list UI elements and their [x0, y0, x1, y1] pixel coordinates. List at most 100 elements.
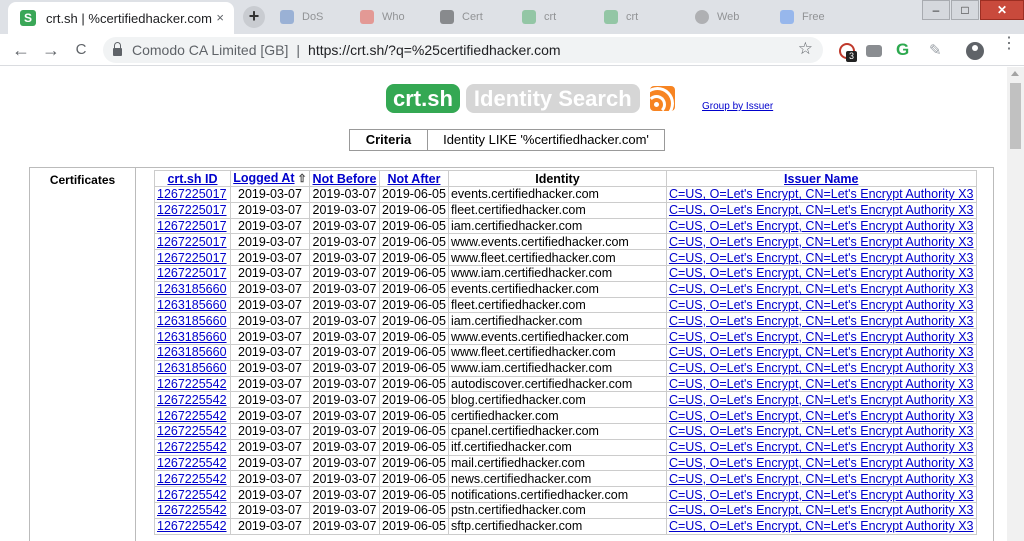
- crtsh-id-link[interactable]: 1267225017: [157, 187, 227, 201]
- certificate-org[interactable]: Comodo CA Limited [GB]: [132, 42, 288, 58]
- crtsh-logo[interactable]: crt.sh: [386, 83, 460, 113]
- background-tab[interactable]: Cert: [440, 8, 483, 26]
- table-row: 1267225017 2019-03-07 2019-03-07 2019-06-05…: [154, 233, 977, 251]
- issuer-link[interactable]: C=US, O=Let's Encrypt, CN=Let's Encrypt …: [669, 488, 974, 502]
- google-tab-icon: [360, 10, 374, 24]
- background-tab[interactable]: crt: [604, 8, 638, 26]
- browser-menu-icon[interactable]: ⋮: [1001, 36, 1017, 52]
- sort-issuer-link[interactable]: Issuer Name: [784, 172, 858, 186]
- crtsh-id-link[interactable]: 1267225542: [157, 424, 227, 438]
- address-bar[interactable]: Comodo CA Limited [GB] | https://crt.sh/…: [103, 37, 823, 63]
- issuer-link[interactable]: C=US, O=Let's Encrypt, CN=Let's Encrypt …: [669, 251, 974, 265]
- crtsh-id-link[interactable]: 1267225542: [157, 456, 227, 470]
- crtsh-id-link[interactable]: 1263185660: [157, 314, 227, 328]
- crtsh-id-link[interactable]: 1267225017: [157, 203, 227, 217]
- background-tab[interactable]: Web: [695, 8, 739, 26]
- extension-gray-icon[interactable]: ✎: [929, 41, 942, 59]
- bookmark-star-icon[interactable]: ☆: [798, 39, 813, 59]
- certificates-table: crt.sh ID Logged At ⇧ Not Before Not Afte…: [154, 170, 977, 535]
- issuer-link[interactable]: C=US, O=Let's Encrypt, CN=Let's Encrypt …: [669, 377, 974, 391]
- background-tab[interactable]: Who: [360, 8, 405, 26]
- issuer-link[interactable]: C=US, O=Let's Encrypt, CN=Let's Encrypt …: [669, 330, 974, 344]
- issuer-link[interactable]: C=US, O=Let's Encrypt, CN=Let's Encrypt …: [669, 266, 974, 280]
- issuer-link[interactable]: C=US, O=Let's Encrypt, CN=Let's Encrypt …: [669, 361, 974, 375]
- background-tab[interactable]: DoS: [280, 8, 323, 26]
- issuer-link[interactable]: C=US, O=Let's Encrypt, CN=Let's Encrypt …: [669, 203, 974, 217]
- crtsh-id-link[interactable]: 1267225017: [157, 251, 227, 265]
- url-text[interactable]: https://crt.sh/?q=%25certifiedhacker.com: [308, 42, 561, 58]
- crtsh-id-link[interactable]: 1263185660: [157, 345, 227, 359]
- issuer-link[interactable]: C=US, O=Let's Encrypt, CN=Let's Encrypt …: [669, 282, 974, 296]
- issuer-link[interactable]: C=US, O=Let's Encrypt, CN=Let's Encrypt …: [669, 503, 974, 517]
- crtsh-id-link[interactable]: 1267225542: [157, 503, 227, 517]
- vertical-scrollbar[interactable]: [1007, 67, 1024, 541]
- active-tab[interactable]: S crt.sh | %certifiedhacker.com ×: [8, 2, 234, 34]
- issuer-link[interactable]: C=US, O=Let's Encrypt, CN=Let's Encrypt …: [669, 298, 974, 312]
- issuer-link[interactable]: C=US, O=Let's Encrypt, CN=Let's Encrypt …: [669, 219, 974, 233]
- identity-cell: autodiscover.certifiedhacker.com: [447, 375, 667, 393]
- scroll-thumb[interactable]: [1010, 83, 1021, 149]
- tab-close-icon[interactable]: ×: [216, 10, 224, 25]
- camera-icon[interactable]: [866, 45, 882, 57]
- sort-crtsh-id-link[interactable]: crt.sh ID: [167, 172, 217, 186]
- rss-feed-icon[interactable]: [650, 86, 675, 111]
- scroll-up-arrow-icon[interactable]: [1011, 71, 1019, 76]
- sort-not-before-link[interactable]: Not Before: [313, 172, 377, 186]
- maximize-button[interactable]: □: [951, 0, 979, 20]
- col-issuer-name[interactable]: Issuer Name: [665, 170, 977, 187]
- issuer-link[interactable]: C=US, O=Let's Encrypt, CN=Let's Encrypt …: [669, 345, 974, 359]
- minimize-button[interactable]: –: [922, 0, 950, 20]
- not-after-cell: 2019-06-05: [379, 517, 449, 535]
- sort-not-after-link[interactable]: Not After: [387, 172, 440, 186]
- group-by-issuer-link[interactable]: Group by Issuer: [702, 101, 773, 112]
- crtsh-id-link[interactable]: 1267225542: [157, 488, 227, 502]
- reload-button[interactable]: C: [70, 39, 92, 61]
- issuer-link[interactable]: C=US, O=Let's Encrypt, CN=Let's Encrypt …: [669, 472, 974, 486]
- logged-at-cell: 2019-03-07: [230, 328, 310, 345]
- not-before-cell: 2019-03-07: [309, 375, 380, 393]
- issuer-link[interactable]: C=US, O=Let's Encrypt, CN=Let's Encrypt …: [669, 235, 974, 249]
- crtsh-id-link[interactable]: 1263185660: [157, 330, 227, 344]
- grammarly-icon[interactable]: G: [896, 40, 909, 60]
- profile-avatar-icon[interactable]: [966, 42, 984, 60]
- issuer-link[interactable]: C=US, O=Let's Encrypt, CN=Let's Encrypt …: [669, 187, 974, 201]
- sort-logged-at-link[interactable]: Logged At: [233, 171, 294, 185]
- issuer-link[interactable]: C=US, O=Let's Encrypt, CN=Let's Encrypt …: [669, 314, 974, 328]
- issuer-link[interactable]: C=US, O=Let's Encrypt, CN=Let's Encrypt …: [669, 519, 974, 533]
- crtsh-id-link[interactable]: 1263185660: [157, 361, 227, 375]
- crtsh-id-link[interactable]: 1267225542: [157, 377, 227, 391]
- crtsh-id-link[interactable]: 1267225017: [157, 266, 227, 280]
- background-tab[interactable]: Free: [780, 8, 825, 26]
- crtsh-id-link[interactable]: 1267225017: [157, 235, 227, 249]
- background-tab[interactable]: crt: [522, 8, 556, 26]
- logged-at-cell: 2019-03-07: [230, 422, 310, 440]
- identity-cell: mail.certifiedhacker.com: [447, 454, 667, 472]
- crtsh-id-link[interactable]: 1267225542: [157, 519, 227, 533]
- crtsh-id-cell: 1267225017: [154, 186, 231, 203]
- crtsh-id-link[interactable]: 1263185660: [157, 282, 227, 296]
- col-crtsh-id[interactable]: crt.sh ID: [154, 170, 231, 187]
- issuer-link[interactable]: C=US, O=Let's Encrypt, CN=Let's Encrypt …: [669, 456, 974, 470]
- issuer-link[interactable]: C=US, O=Let's Encrypt, CN=Let's Encrypt …: [669, 409, 974, 423]
- back-button[interactable]: ←: [10, 39, 32, 61]
- forward-button[interactable]: →: [40, 39, 62, 61]
- crtsh-id-link[interactable]: 1263185660: [157, 298, 227, 312]
- identity-search-button[interactable]: Identity Search: [465, 83, 640, 113]
- crtsh-id-link[interactable]: 1267225542: [157, 440, 227, 454]
- issuer-link[interactable]: C=US, O=Let's Encrypt, CN=Let's Encrypt …: [669, 424, 974, 438]
- crtsh-id-link[interactable]: 1267225017: [157, 219, 227, 233]
- issuer-link[interactable]: C=US, O=Let's Encrypt, CN=Let's Encrypt …: [669, 440, 974, 454]
- not-after-cell: 2019-06-05: [379, 249, 449, 266]
- new-tab-button[interactable]: +: [243, 6, 265, 28]
- not-after-cell: 2019-06-05: [379, 343, 449, 361]
- col-not-after[interactable]: Not After: [379, 170, 449, 187]
- col-not-before[interactable]: Not Before: [309, 170, 380, 187]
- crtsh-id-link[interactable]: 1267225542: [157, 393, 227, 407]
- col-logged-at[interactable]: Logged At ⇧: [230, 170, 310, 187]
- issuer-cell: C=US, O=Let's Encrypt, CN=Let's Encrypt …: [665, 438, 977, 456]
- crtsh-id-link[interactable]: 1267225542: [157, 409, 227, 423]
- issuer-link[interactable]: C=US, O=Let's Encrypt, CN=Let's Encrypt …: [669, 393, 974, 407]
- close-window-button[interactable]: ✕: [980, 0, 1024, 20]
- crtsh-id-link[interactable]: 1267225542: [157, 472, 227, 486]
- not-before-cell: 2019-03-07: [309, 217, 380, 235]
